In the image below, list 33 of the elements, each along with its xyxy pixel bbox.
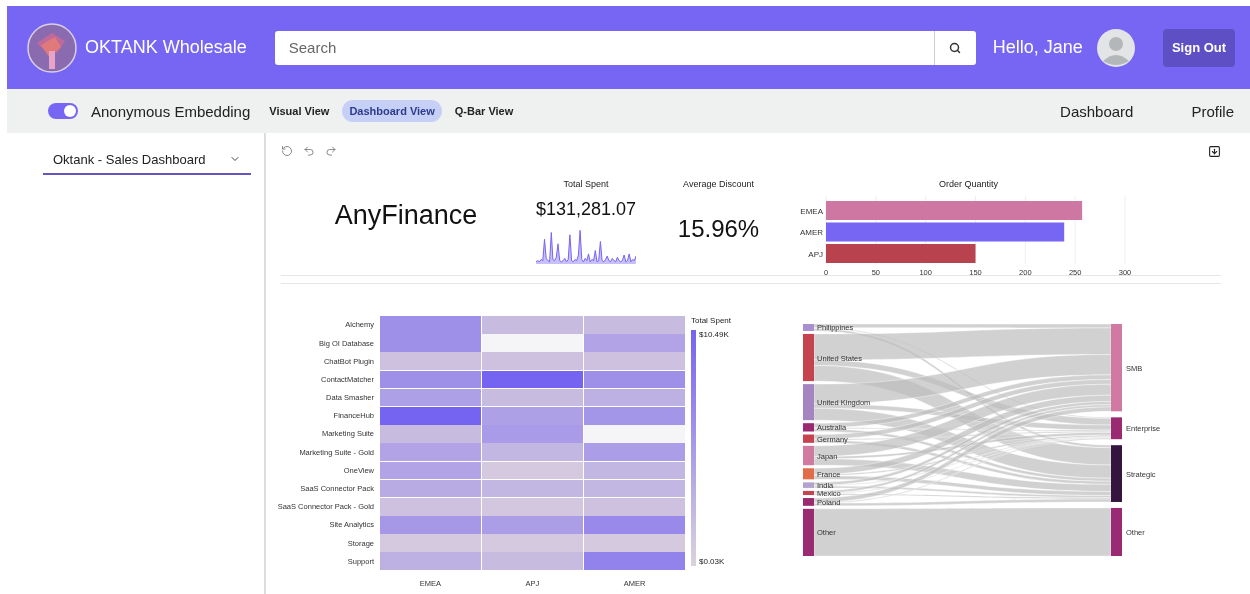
legend-title: Total Spent bbox=[691, 316, 732, 325]
toggle-switch[interactable] bbox=[48, 103, 78, 119]
visual-title: AnyFinance bbox=[334, 199, 478, 231]
search-button[interactable] bbox=[933, 30, 976, 65]
redo-icon[interactable] bbox=[325, 145, 337, 157]
view-tab[interactable]: Dashboard View bbox=[342, 100, 442, 122]
chart-title: Order Quantity bbox=[939, 179, 999, 189]
kpi-title: Total Spent bbox=[563, 179, 609, 189]
toggle-label: Anonymous Embedding bbox=[91, 102, 251, 120]
kpi-value: $131,281.07 bbox=[535, 199, 637, 220]
axis-label: APJ bbox=[808, 249, 823, 259]
kpi-title: Average Discount bbox=[683, 179, 754, 189]
nav-link[interactable]: Dashboard bbox=[1060, 102, 1134, 120]
brand-name: OKTANK Wholesale bbox=[85, 37, 247, 58]
grid-line bbox=[825, 195, 827, 265]
search-field[interactable]: Search bbox=[274, 30, 934, 65]
reset-icon[interactable] bbox=[281, 145, 293, 157]
view-tab[interactable]: Q-Bar View bbox=[447, 100, 521, 122]
nav-link[interactable]: Profile bbox=[1191, 102, 1234, 120]
search-icon bbox=[949, 41, 962, 54]
kpi-value: 15.96% bbox=[677, 215, 760, 243]
axis-label: AMER bbox=[799, 228, 823, 237]
dashboard-dropdown[interactable]: Oktank - Sales Dashboard bbox=[43, 145, 251, 175]
legend-label: $0.03K bbox=[699, 557, 726, 566]
avatar-icon[interactable] bbox=[1096, 28, 1135, 67]
logo-icon bbox=[27, 22, 77, 73]
greeting: Hello, Jane bbox=[992, 37, 1083, 58]
legend-label: $10.49K bbox=[699, 330, 729, 339]
undo-icon[interactable] bbox=[303, 145, 315, 157]
sign-out-button[interactable]: Sign Out bbox=[1163, 28, 1235, 67]
axis-label: EMEA bbox=[800, 206, 823, 216]
view-tab[interactable]: Visual View bbox=[262, 100, 337, 122]
download-icon[interactable] bbox=[1208, 144, 1221, 158]
